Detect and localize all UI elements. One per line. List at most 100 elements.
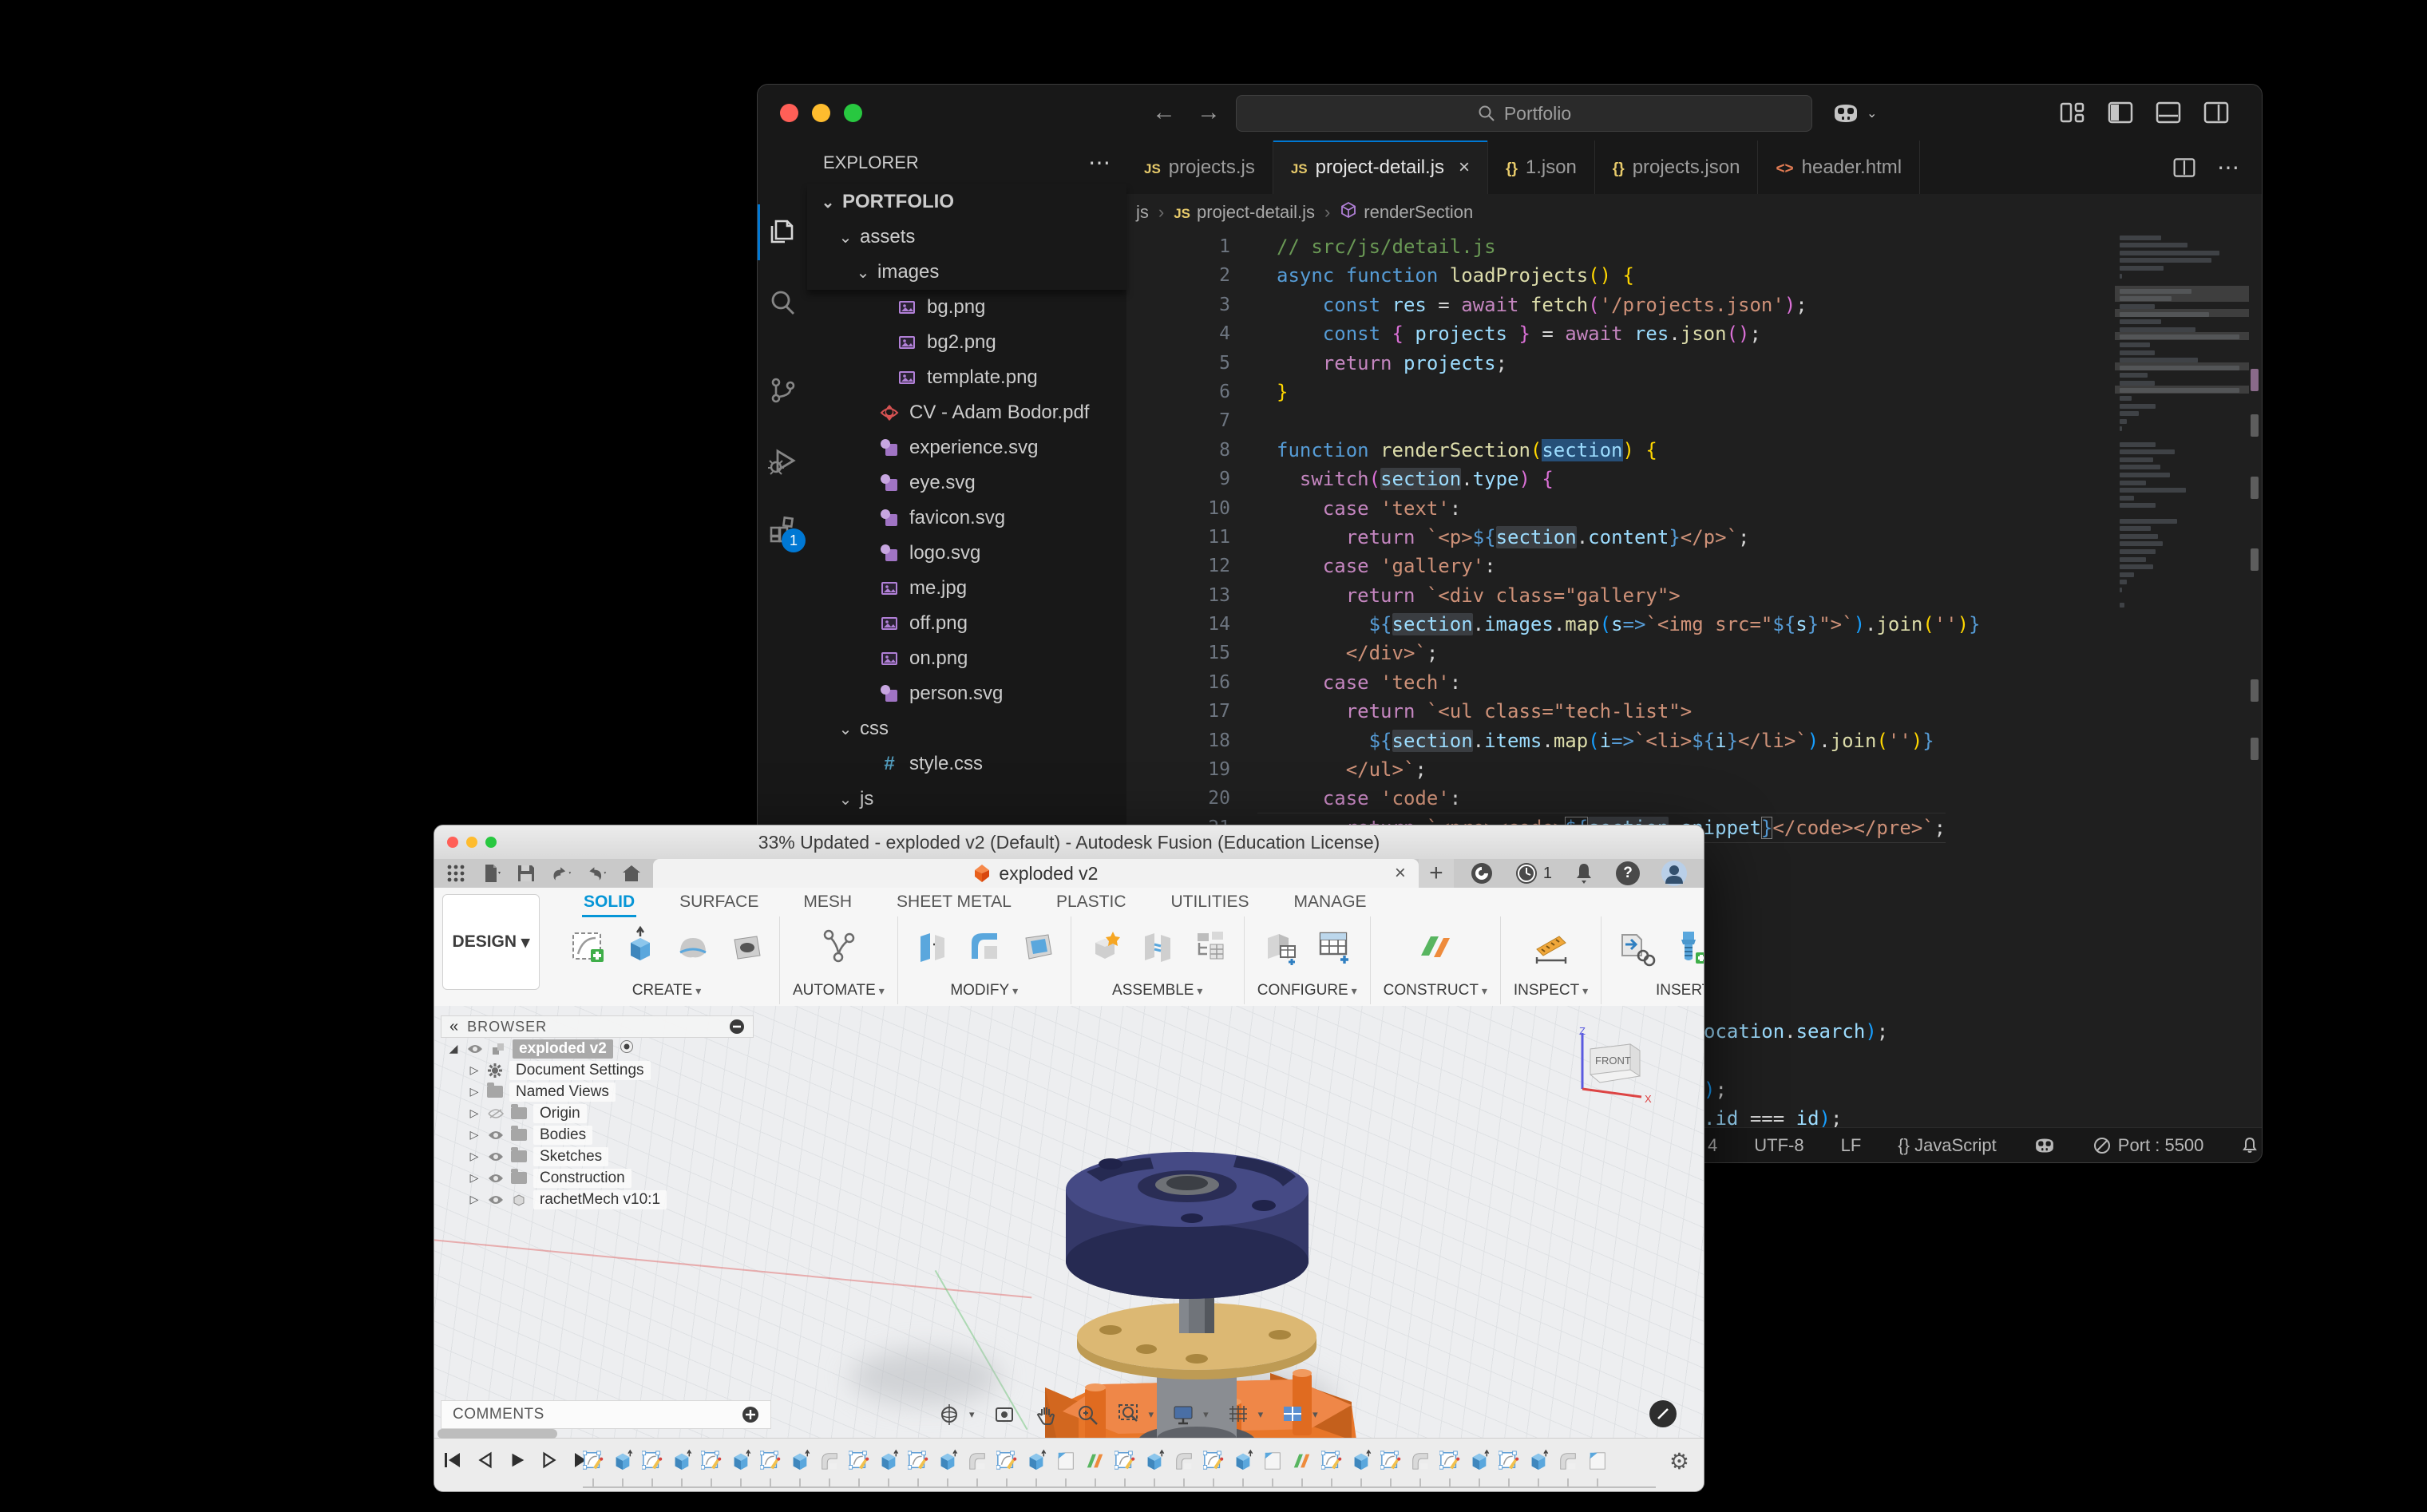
timeline-feature-ex[interactable] (1469, 1449, 1490, 1473)
fusion-viewport[interactable]: « BROWSER ◢ exploded v2 ▷ Document Settings… (434, 1006, 1704, 1491)
dropdown-caret-icon[interactable]: ▾ (1312, 1408, 1318, 1421)
code-line[interactable]: 4 const { projects } = await res.json(); (1126, 319, 2110, 348)
timeline-feature-fl[interactable] (1558, 1449, 1578, 1473)
collapsed-triangle-icon[interactable]: ▷ (468, 1063, 481, 1077)
code-line[interactable]: 8 function renderSection(section) { (1126, 436, 2110, 465)
collapse-browser-icon[interactable]: « (449, 1018, 459, 1036)
timeline-feature-sk[interactable] (1114, 1449, 1135, 1473)
close-button[interactable] (447, 837, 458, 848)
browser-row-origin[interactable]: ▷ Origin (441, 1102, 754, 1124)
grid-settings-icon[interactable] (1226, 1403, 1250, 1427)
visibility-off-icon[interactable] (487, 1107, 505, 1120)
tree-item-off-png[interactable]: off.png (807, 606, 1126, 641)
ribbon-tab-manage[interactable]: MANAGE (1293, 891, 1368, 915)
new-document-tab-button[interactable]: + (1418, 859, 1454, 888)
ribbon-group-label[interactable]: CONFIGURE (1257, 982, 1357, 1004)
browser-row-rachetmech-v10-1[interactable]: ▷ rachetMech v10:1 (441, 1189, 754, 1210)
timeline-feature-wd[interactable] (1587, 1449, 1608, 1473)
file-menu-icon[interactable] (481, 863, 501, 884)
tree-item-js[interactable]: ⌄ js (807, 782, 1126, 817)
toggle-secondary-sidebar-icon[interactable] (2203, 99, 2230, 126)
tab-projects-js[interactable]: JS projects.js (1126, 141, 1273, 194)
visibility-on-icon[interactable] (487, 1193, 505, 1206)
customize-layout-icon[interactable] (2059, 99, 2086, 126)
code-line[interactable]: 13 return `<div class="gallery"> (1126, 581, 2110, 610)
ribbon-tab-plastic[interactable]: PLASTIC (1055, 891, 1128, 915)
timeline-feature-fl[interactable] (1174, 1449, 1194, 1473)
browser-row-exploded-v2[interactable]: ◢ exploded v2 (441, 1038, 754, 1059)
tree-item-favicon-svg[interactable]: favicon.svg (807, 501, 1126, 536)
canvas-context-button[interactable] (1649, 1400, 1677, 1427)
timeline-feature-ex[interactable] (1528, 1449, 1549, 1473)
tab-project-detail-js[interactable]: JS project-detail.js × (1273, 141, 1489, 194)
ribbon-group-label[interactable]: INSPECT (1514, 982, 1588, 1004)
job-status-button[interactable]: 1 (1514, 861, 1552, 885)
code-line[interactable]: 2 async function loadProjects() { (1126, 261, 2110, 290)
collapsed-triangle-icon[interactable]: ▷ (468, 1193, 481, 1206)
press-pull-icon[interactable] (911, 925, 952, 967)
notifications-bell-icon[interactable] (1573, 861, 1595, 885)
tree-item-assets[interactable]: ⌄ assets (807, 220, 1126, 255)
zoom-button[interactable] (485, 837, 497, 848)
timeline-feature-ex[interactable] (1144, 1449, 1165, 1473)
tree-item-experience-svg[interactable]: experience.svg (807, 430, 1126, 465)
timeline-feature-ex[interactable] (878, 1449, 899, 1473)
step-back-icon[interactable] (476, 1450, 495, 1470)
timeline-feature-ex[interactable] (612, 1449, 633, 1473)
config-table-icon[interactable] (1312, 925, 1354, 967)
toggle-panel-icon[interactable] (2155, 99, 2182, 126)
browser-row-construction[interactable]: ▷ Construction (441, 1167, 754, 1189)
close-icon[interactable]: × (1459, 156, 1470, 179)
timeline-feature-fl[interactable] (819, 1449, 840, 1473)
tab-header-html[interactable]: <> header.html (1758, 141, 1921, 194)
timeline-feature-sk[interactable] (582, 1449, 604, 1473)
tree-item-eye-svg[interactable]: eye.svg (807, 465, 1126, 501)
pan-icon[interactable] (1034, 1403, 1058, 1427)
ribbon-group-label[interactable]: CONSTRUCT (1384, 982, 1487, 1004)
editor-scrollbar[interactable] (2249, 230, 2262, 1128)
status-indent[interactable]: 4 (1708, 1135, 1717, 1156)
redo-icon[interactable] (586, 863, 607, 884)
rigid-group-icon[interactable] (1190, 925, 1231, 967)
timeline-feature-ex[interactable] (671, 1449, 692, 1473)
activity-item-explorer[interactable] (758, 204, 807, 260)
code-line[interactable]: 6} (1126, 378, 2110, 406)
avatar[interactable] (1661, 860, 1688, 887)
breadcrumb[interactable]: js › JS project-detail.js › renderSection (1126, 194, 2262, 230)
activity-item-run-debug[interactable] (758, 433, 807, 489)
visibility-on-icon[interactable] (466, 1043, 484, 1055)
collapsed-triangle-icon[interactable]: ▷ (468, 1171, 481, 1185)
visibility-on-icon[interactable] (487, 1150, 505, 1163)
tree-item-portfolio[interactable]: ⌄ PORTFOLIO (807, 184, 1126, 220)
status-eol[interactable]: LF (1841, 1135, 1862, 1156)
activity-item-source-control[interactable] (758, 362, 807, 418)
timeline-feature-ex[interactable] (1351, 1449, 1372, 1473)
timeline-feature-pl[interactable] (1085, 1449, 1106, 1473)
tab-projects-json[interactable]: {} projects.json (1594, 141, 1759, 194)
collapsed-triangle-icon[interactable]: ▷ (468, 1128, 481, 1142)
derive-icon[interactable] (1614, 925, 1656, 967)
automate-icon[interactable] (818, 925, 859, 967)
fusion-titlebar[interactable]: 33% Updated - exploded v2 (Default) - Au… (434, 825, 1704, 860)
timeline-feature-sk[interactable] (996, 1449, 1017, 1473)
window-zoom-icon[interactable] (1117, 1403, 1141, 1427)
back-arrow-icon[interactable]: ← (1150, 99, 1178, 126)
code-line[interactable]: 11 return `<p>${section.content}</p>`; (1126, 523, 2110, 552)
timeline-feature-sk[interactable] (1498, 1449, 1519, 1473)
create-sketch-icon[interactable] (567, 925, 608, 967)
status-encoding[interactable]: UTF-8 (1754, 1135, 1803, 1156)
timeline-feature-ex[interactable] (937, 1449, 958, 1473)
timeline-feature-ex[interactable] (1026, 1449, 1047, 1473)
comments-bar[interactable]: COMMENTS (441, 1400, 771, 1429)
fusion-document-tab[interactable]: exploded v2 × (653, 859, 1419, 888)
timeline-feature-sk[interactable] (759, 1449, 781, 1473)
code-line[interactable]: 15 </div>`; (1126, 639, 2110, 667)
timeline-feature-ex[interactable] (790, 1449, 810, 1473)
look-at-icon[interactable] (992, 1403, 1016, 1427)
copilot-menu[interactable]: ⌄ (1831, 97, 1903, 129)
viewports-icon[interactable] (1281, 1403, 1305, 1427)
dropdown-caret-icon[interactable]: ▾ (969, 1408, 975, 1421)
tree-item-style-css[interactable]: # style.css (807, 746, 1126, 782)
activate-radio-icon[interactable] (620, 1039, 634, 1059)
timeline-feature-ex[interactable] (730, 1449, 751, 1473)
